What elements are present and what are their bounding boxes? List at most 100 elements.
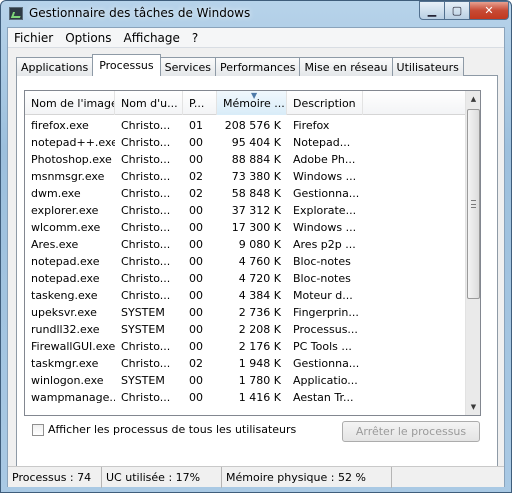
cell-description: Processus... <box>293 323 358 336</box>
cell-memory: 2 176 K <box>238 340 281 353</box>
scrollbar-thumb[interactable] <box>467 109 480 299</box>
menu-help[interactable]: ? <box>186 31 204 45</box>
menu-bar: Fichier Options Affichage ? <box>8 28 504 48</box>
cell-description: Aestan Tr... <box>293 391 354 404</box>
process-row[interactable]: upeksvr.exe SYSTEM 00 2 736 K Fingerprin... <box>25 304 465 321</box>
minimize-button[interactable]: ▁ <box>419 1 445 20</box>
cell-memory: 95 404 K <box>231 136 281 149</box>
cell-cpu: 01 <box>189 119 203 132</box>
cell-cpu: 02 <box>189 187 203 200</box>
cell-user-name: Christo... <box>121 357 171 370</box>
menu-affichage[interactable]: Affichage <box>118 31 186 45</box>
cell-cpu: 00 <box>189 153 203 166</box>
cell-user-name: Christo... <box>121 238 171 251</box>
cell-memory: 2 736 K <box>238 306 281 319</box>
cell-cpu: 00 <box>189 238 203 251</box>
cell-memory: 4 384 K <box>238 289 281 302</box>
process-row[interactable]: notepad++.exe Christo... 00 95 404 K Notepad… <box>25 134 465 151</box>
column-header-memory[interactable]: ▼ Mémoire ... <box>217 91 287 115</box>
cell-description: Firefox <box>293 119 330 132</box>
process-row[interactable]: Photoshop.exe Christo... 00 88 884 K Adobe P… <box>25 151 465 168</box>
process-row[interactable]: explorer.exe Christo... 00 37 312 K Explorat… <box>25 202 465 219</box>
menu-options[interactable]: Options <box>59 31 117 45</box>
cell-image-name: firefox.exe <box>31 119 89 132</box>
tab-applications[interactable]: Applications <box>16 57 94 76</box>
cell-memory: 9 080 K <box>238 238 281 251</box>
cell-description: Fingerprin... <box>293 306 359 319</box>
status-cpu-usage: UC utilisée : 17% <box>102 467 222 488</box>
title-bar[interactable]: Gestionnaire des tâches de Windows ▁ ▢ ✕ <box>1 1 511 27</box>
process-row[interactable]: notepad.exe Christo... 00 4 720 K Bloc-notes <box>25 270 465 287</box>
cell-cpu: 00 <box>189 221 203 234</box>
column-header-description[interactable]: Description <box>287 91 363 115</box>
cell-cpu: 00 <box>189 204 203 217</box>
process-row[interactable]: notepad.exe Christo... 00 4 760 K Bloc-notes <box>25 253 465 270</box>
close-button[interactable]: ✕ <box>469 1 509 20</box>
process-row[interactable]: winlogon.exe SYSTEM 00 1 780 K Applicatio... <box>25 372 465 389</box>
process-row[interactable]: rundll32.exe SYSTEM 00 2 208 K Processus... <box>25 321 465 338</box>
process-row[interactable]: firefox.exe Christo... 01 208 576 K Firefox <box>25 117 465 134</box>
cell-memory: 58 848 K <box>231 187 281 200</box>
list-body: firefox.exe Christo... 01 208 576 K Firefox n… <box>25 117 465 406</box>
cell-user-name: Christo... <box>121 255 171 268</box>
process-row[interactable]: msnmsgr.exe Christo... 02 73 380 K Windows .… <box>25 168 465 185</box>
cell-image-name: taskeng.exe <box>31 289 98 302</box>
process-list[interactable]: Nom de l'image Nom d'u... P... ▼ Mémoire… <box>24 90 481 416</box>
tab-services[interactable]: Services <box>159 57 217 76</box>
cell-memory: 1 780 K <box>238 374 281 387</box>
cell-memory: 208 576 K <box>224 119 281 132</box>
tab-processus[interactable]: Processus <box>92 54 161 76</box>
maximize-button[interactable]: ▢ <box>444 1 470 20</box>
show-all-processes-option[interactable]: Afficher les processus de tous les utili… <box>32 423 296 436</box>
cell-memory: 4 720 K <box>238 272 281 285</box>
cell-image-name: FirewallGUI.exe <box>31 340 115 353</box>
cell-user-name: SYSTEM <box>121 306 165 319</box>
cell-user-name: Christo... <box>121 221 171 234</box>
cell-image-name: rundll32.exe <box>31 323 100 336</box>
process-row[interactable]: Ares.exe Christo... 00 9 080 K Ares p2p ... <box>25 236 465 253</box>
cell-cpu: 00 <box>189 255 203 268</box>
process-row[interactable]: taskeng.exe Christo... 00 4 384 K Moteur d..… <box>25 287 465 304</box>
cell-cpu: 00 <box>189 391 203 404</box>
cell-user-name: Christo... <box>121 187 171 200</box>
cell-user-name: Christo... <box>121 340 171 353</box>
column-header-image-name[interactable]: Nom de l'image <box>25 91 115 115</box>
vertical-scrollbar[interactable]: ▲ ▼ <box>465 91 480 415</box>
process-row[interactable]: wampmanage... Christo... 00 1 416 K Aestan T… <box>25 389 465 406</box>
show-all-processes-checkbox[interactable] <box>32 423 44 436</box>
cell-cpu: 00 <box>189 136 203 149</box>
cell-cpu: 00 <box>189 374 203 387</box>
scroll-up-button[interactable]: ▲ <box>466 91 480 107</box>
end-process-button[interactable]: Arrêter le processus <box>342 421 480 442</box>
cell-user-name: Christo... <box>121 289 171 302</box>
cell-description: Notepad... <box>293 136 351 149</box>
cell-memory: 2 208 K <box>238 323 281 336</box>
status-process-count: Processus : 74 <box>8 467 102 488</box>
cell-description: Applicatio... <box>293 374 358 387</box>
tab-utilisateurs[interactable]: Utilisateurs <box>391 57 464 76</box>
cell-image-name: notepad++.exe <box>31 136 115 149</box>
cell-cpu: 00 <box>189 272 203 285</box>
scroll-down-button[interactable]: ▼ <box>466 399 480 415</box>
cell-image-name: notepad.exe <box>31 272 100 285</box>
process-row[interactable]: FirewallGUI.exe Christo... 00 2 176 K PC Too… <box>25 338 465 355</box>
process-row[interactable]: dwm.exe Christo... 02 58 848 K Gestionna... <box>25 185 465 202</box>
process-row[interactable]: taskmgr.exe Christo... 02 1 948 K Gestionna.… <box>25 355 465 372</box>
column-header-user-name[interactable]: Nom d'u... <box>115 91 183 115</box>
cell-memory: 4 760 K <box>238 255 281 268</box>
cell-cpu: 02 <box>189 170 203 183</box>
cell-cpu: 00 <box>189 289 203 302</box>
menu-fichier[interactable]: Fichier <box>8 31 59 45</box>
cell-description: Bloc-notes <box>293 255 351 268</box>
tab-mise-en-reseau[interactable]: Mise en réseau <box>299 57 393 76</box>
cell-image-name: Ares.exe <box>31 238 79 251</box>
cell-user-name: Christo... <box>121 272 171 285</box>
cell-cpu: 00 <box>189 340 203 353</box>
cell-description: Moteur d... <box>293 289 353 302</box>
column-header-cpu[interactable]: P... <box>183 91 217 115</box>
cell-cpu: 00 <box>189 323 203 336</box>
cell-image-name: Photoshop.exe <box>31 153 112 166</box>
cell-description: Gestionna... <box>293 187 360 200</box>
process-row[interactable]: wlcomm.exe Christo... 00 17 300 K Windows ..… <box>25 219 465 236</box>
tab-performances[interactable]: Performances <box>215 57 301 76</box>
